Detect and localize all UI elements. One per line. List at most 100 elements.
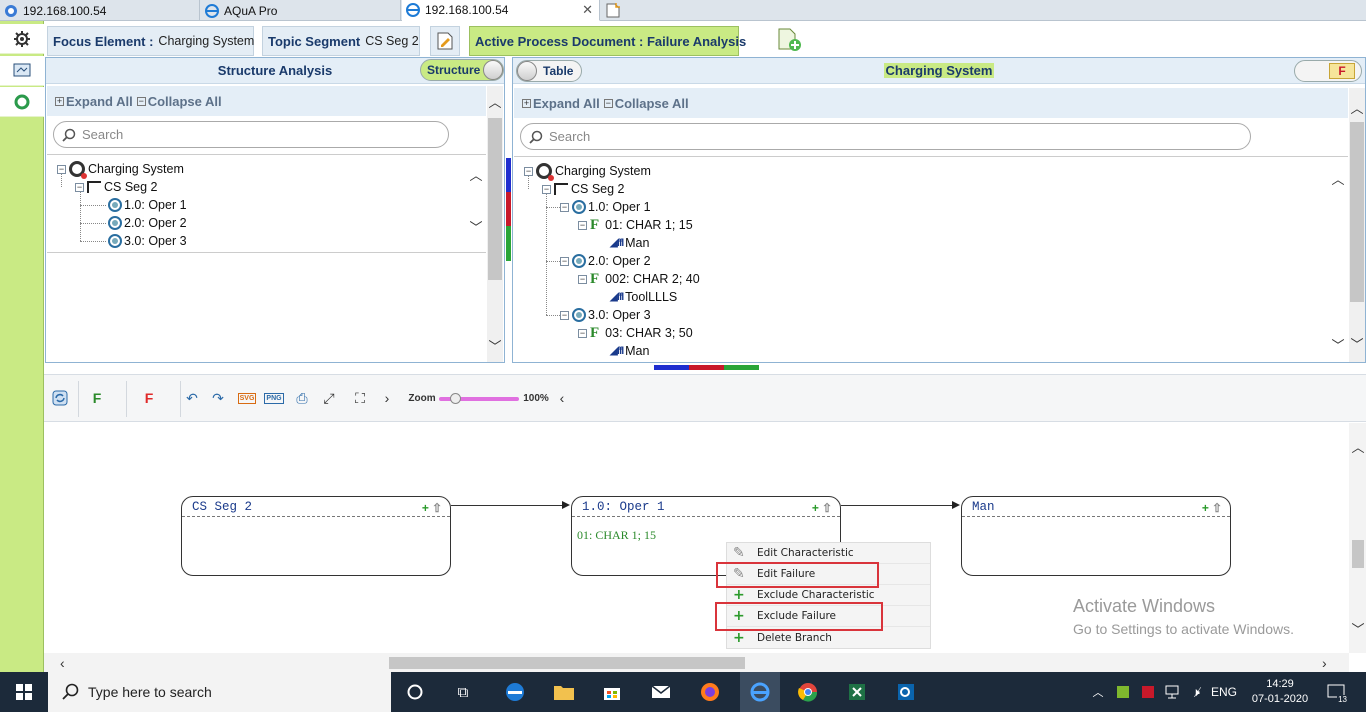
- close-icon[interactable]: ✕: [582, 2, 593, 18]
- tree-node-leaf[interactable]: ◢ffl ToolLLLS: [610, 288, 677, 306]
- edit-document-button[interactable]: [430, 26, 460, 56]
- excel-button[interactable]: [839, 672, 875, 712]
- red-f-button[interactable]: F: [138, 387, 160, 409]
- add-icon[interactable]: +: [1202, 501, 1209, 515]
- collapse-toggle[interactable]: −: [524, 166, 533, 176]
- search-input[interactable]: Search: [53, 121, 449, 148]
- start-button[interactable]: [0, 672, 48, 712]
- menu-item-edit-characteristic[interactable]: ✎ Edit Characteristic: [727, 543, 930, 564]
- fullscreen-button[interactable]: ⛶: [351, 387, 369, 409]
- store-button[interactable]: [594, 672, 630, 712]
- collapse-toggle[interactable]: −: [578, 220, 587, 230]
- refresh-button[interactable]: [50, 387, 70, 409]
- collapse-toggle[interactable]: −: [57, 164, 66, 174]
- cortana-button[interactable]: [397, 672, 433, 712]
- diagram-node-resource[interactable]: Man + ⇧: [961, 496, 1231, 576]
- add-icon[interactable]: +: [812, 501, 819, 515]
- mail-button[interactable]: [643, 672, 679, 712]
- collapse-toggle[interactable]: −: [560, 310, 569, 320]
- tray-security-icon[interactable]: [1137, 672, 1159, 712]
- tray-expand-button[interactable]: ︿: [1088, 672, 1108, 712]
- tree-node-root[interactable]: − Charging System: [57, 160, 184, 179]
- chevron-down-icon[interactable]: ﹀: [1350, 619, 1366, 638]
- firefox-button[interactable]: [692, 672, 728, 712]
- screen-button[interactable]: [0, 56, 44, 86]
- outlook-button[interactable]: [888, 672, 924, 712]
- tree-node-leaf[interactable]: ◢ffl Man: [610, 342, 649, 360]
- tree-node-op[interactable]: − 1.0: Oper 1: [560, 198, 651, 216]
- browser-tab-1[interactable]: 192.168.100.54: [0, 0, 200, 21]
- settings-button[interactable]: [0, 24, 44, 54]
- zoom-slider[interactable]: [439, 393, 519, 404]
- scroll-thumb[interactable]: [1350, 122, 1364, 302]
- table-toggle[interactable]: Table: [516, 60, 582, 82]
- tree-node-leaf[interactable]: ◢ffl Man: [610, 234, 649, 252]
- diagram-node-segment[interactable]: CS Seg 2 + ⇧: [181, 496, 451, 576]
- clock[interactable]: 14:29 07-01-2020: [1248, 672, 1312, 712]
- tree-node-char[interactable]: − F 002: CHAR 2; 40: [578, 270, 700, 288]
- new-tab-button[interactable]: [602, 0, 622, 21]
- tree-node-char[interactable]: − F 01: CHAR 1; 15: [578, 216, 693, 234]
- next-button[interactable]: ›: [381, 387, 393, 409]
- add-document-button[interactable]: [778, 28, 802, 52]
- splitter[interactable]: [506, 158, 511, 261]
- refresh-button[interactable]: [0, 87, 44, 117]
- vertical-scrollbar[interactable]: ︿ ﹀: [487, 86, 503, 362]
- tree-node-op[interactable]: 1.0: Oper 1: [108, 196, 187, 214]
- scroll-up-icon[interactable]: ︿: [1349, 98, 1365, 117]
- print-button[interactable]: ⎙: [293, 387, 311, 409]
- scroll-up-icon[interactable]: ︿: [487, 92, 503, 111]
- chevron-down-icon[interactable]: ﹀: [468, 217, 484, 236]
- tree-node-op[interactable]: − 2.0: Oper 2: [560, 252, 651, 270]
- fit-button[interactable]: ⤢: [320, 387, 338, 409]
- collapse-toggle[interactable]: −: [560, 256, 569, 266]
- scroll-down-icon[interactable]: ﹀: [1349, 334, 1365, 353]
- chevron-up-icon[interactable]: ︿: [468, 165, 484, 184]
- tree-node-op[interactable]: − 3.0: Oper 3: [560, 306, 651, 324]
- scroll-thumb[interactable]: [488, 118, 502, 280]
- zoom-slider-knob[interactable]: [450, 393, 461, 404]
- export-svg-button[interactable]: SVG: [237, 387, 257, 409]
- task-view-button[interactable]: ⧉: [445, 672, 481, 712]
- add-icon[interactable]: +: [422, 501, 429, 515]
- node-characteristic[interactable]: 01: CHAR 1; 15: [577, 528, 656, 543]
- failure-toggle[interactable]: F: [1294, 60, 1362, 82]
- chevron-right-icon[interactable]: ›: [1322, 655, 1327, 671]
- chevron-up-icon[interactable]: ︿: [1350, 437, 1366, 456]
- tree-node-root[interactable]: − Charging System: [524, 162, 651, 181]
- collapse-toggle[interactable]: −: [75, 182, 84, 192]
- network-button[interactable]: [1161, 672, 1183, 712]
- chevron-left-icon[interactable]: ‹: [60, 655, 65, 671]
- scroll-thumb[interactable]: [1352, 540, 1364, 568]
- collapse-all-link[interactable]: Collapse All: [148, 94, 222, 109]
- notifications-button[interactable]: 13: [1318, 672, 1354, 712]
- browser-tab-2[interactable]: AQuA Pro: [201, 0, 401, 21]
- canvas-vertical-scrollbar[interactable]: ︿ ﹀: [1349, 423, 1366, 653]
- prev-button[interactable]: ‹: [556, 387, 568, 409]
- export-png-button[interactable]: PNG: [264, 387, 284, 409]
- collapse-toggle[interactable]: −: [560, 202, 569, 212]
- chevron-down-icon[interactable]: ﹀: [1330, 335, 1346, 354]
- taskbar-search[interactable]: Type here to search: [48, 672, 391, 712]
- tray-app-icon[interactable]: [1112, 672, 1134, 712]
- green-f-button[interactable]: F: [86, 387, 108, 409]
- tree-node-char[interactable]: − F 03: CHAR 3; 50: [578, 324, 693, 342]
- browser-tab-3[interactable]: 192.168.100.54 ✕: [402, 0, 600, 21]
- structure-toggle[interactable]: Structure: [420, 59, 504, 81]
- language-indicator[interactable]: ENG: [1208, 672, 1240, 712]
- undo-button[interactable]: ↶: [184, 387, 200, 409]
- expand-all-link[interactable]: Expand All: [66, 94, 133, 109]
- search-input[interactable]: Search: [520, 123, 1251, 150]
- ie-taskbar-button[interactable]: [740, 672, 780, 712]
- volume-button[interactable]: 🕨̸: [1185, 672, 1207, 712]
- scroll-down-icon[interactable]: ﹀: [487, 336, 503, 355]
- tree-node-op[interactable]: 2.0: Oper 2: [108, 214, 187, 232]
- collapse-all-link[interactable]: Collapse All: [615, 96, 689, 111]
- collapse-toggle[interactable]: −: [578, 274, 587, 284]
- chrome-button[interactable]: [790, 672, 826, 712]
- file-explorer-button[interactable]: [546, 672, 582, 712]
- canvas-horizontal-scrollbar[interactable]: ‹ ›: [44, 653, 1349, 672]
- arrow-up-icon[interactable]: ⇧: [1212, 501, 1222, 515]
- tree-node-op[interactable]: 3.0: Oper 3: [108, 232, 187, 250]
- expand-all-link[interactable]: Expand All: [533, 96, 600, 111]
